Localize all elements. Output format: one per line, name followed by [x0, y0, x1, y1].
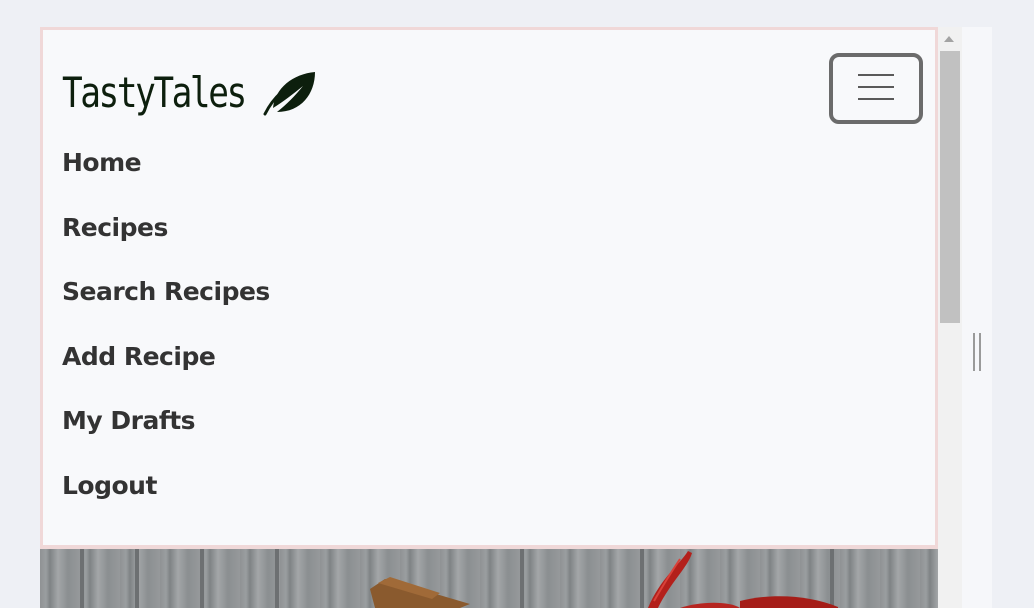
nav-link-add-recipe[interactable]: Add Recipe: [62, 344, 216, 369]
brand-name: TastyTales: [62, 68, 247, 117]
nav-item-search-recipes: Search Recipes: [62, 279, 270, 344]
nav-item-logout: Logout: [62, 473, 270, 538]
navbar: TastyTales Home Recipes Search Recipes A…: [40, 27, 938, 549]
nav-link-my-drafts[interactable]: My Drafts: [62, 408, 196, 433]
hero-ingredients-graphic: [370, 551, 838, 608]
nav-item-home: Home: [62, 150, 270, 215]
scroll-up-arrow-icon[interactable]: [944, 36, 954, 42]
nav-link-home[interactable]: Home: [62, 150, 142, 175]
vertical-scrollbar[interactable]: [938, 27, 962, 608]
nav-link-recipes[interactable]: Recipes: [62, 215, 168, 240]
page-viewport: TastyTales Home Recipes Search Recipes A…: [40, 27, 938, 608]
resize-handle-icon[interactable]: [973, 333, 982, 371]
nav-item-recipes: Recipes: [62, 215, 270, 280]
side-gutter: [962, 27, 992, 608]
nav-menu: Home Recipes Search Recipes Add Recipe M…: [62, 150, 270, 538]
hero-image: [40, 549, 938, 608]
scrollbar-thumb[interactable]: [940, 51, 960, 323]
brand-link[interactable]: TastyTales: [62, 63, 315, 123]
nav-link-logout[interactable]: Logout: [62, 473, 157, 498]
nav-link-search-recipes[interactable]: Search Recipes: [62, 279, 270, 304]
nav-item-my-drafts: My Drafts: [62, 408, 270, 473]
leaf-icon: [263, 72, 315, 116]
nav-item-add-recipe: Add Recipe: [62, 344, 270, 409]
navbar-toggler-button[interactable]: [829, 53, 923, 124]
